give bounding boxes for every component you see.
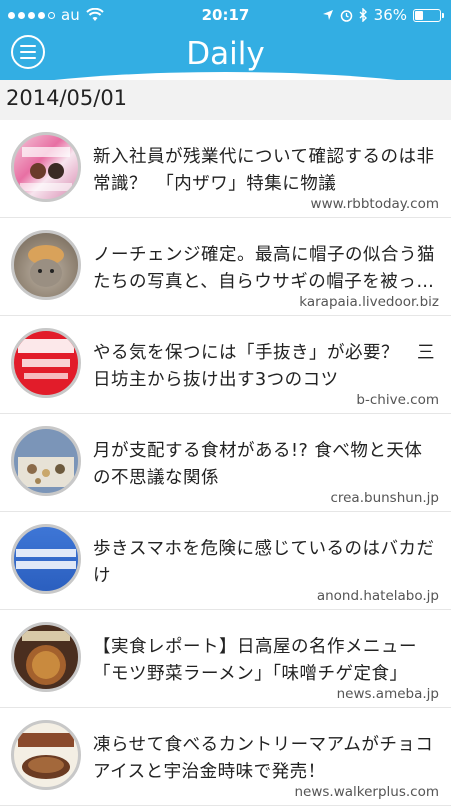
location-arrow-icon xyxy=(322,10,333,20)
battery-icon xyxy=(413,8,444,22)
article-thumbnail xyxy=(11,720,81,790)
article-title: 凍らせて食べるカントリーマアムがチョコアイスと宇治金時味で発売！ xyxy=(93,735,434,782)
article-domain: news.walkerplus.com xyxy=(294,784,439,800)
article-thumbnail xyxy=(11,132,81,202)
article-thumbnail xyxy=(11,524,81,594)
article-row[interactable]: ノーチェンジ確定。最高に帽子の似合う猫たちの写真と、自らウサギの帽子を被った猫 … xyxy=(0,218,451,316)
article-thumbnail xyxy=(11,622,81,692)
article-title: ノーチェンジ確定。最高に帽子の似合う猫たちの写真と、自らウサギの帽子を被った猫 xyxy=(93,245,435,292)
alarm-icon xyxy=(340,9,352,22)
article-domain: b-chive.com xyxy=(356,392,439,408)
article-row[interactable]: やる気を保つには「手抜き」が必要？ 三日坊主から抜け出す3つのコツ b-chiv… xyxy=(0,316,451,414)
article-list: 新入社員が残業代について確認するのは非常識？ 「内ザワ」特集に物議 www.rb… xyxy=(0,120,451,806)
page-title: Daily xyxy=(186,36,265,72)
article-title: やる気を保つには「手抜き」が必要？ 三日坊主から抜け出す3つのコツ xyxy=(93,343,435,390)
status-bar: au 20:17 36% xyxy=(0,0,451,30)
article-title: 歩きスマホを危険に感じているのはバカだけ xyxy=(93,539,435,586)
article-row[interactable]: 歩きスマホを危険に感じているのはバカだけ anond.hatelabo.jp xyxy=(0,512,451,610)
article-row[interactable]: 新入社員が残業代について確認するのは非常識？ 「内ザワ」特集に物議 www.rb… xyxy=(0,120,451,218)
article-domain: news.ameba.jp xyxy=(336,686,439,702)
article-row[interactable]: 凍らせて食べるカントリーマアムがチョコアイスと宇治金時味で発売！ news.wa… xyxy=(0,708,451,806)
article-domain: crea.bunshun.jp xyxy=(330,490,439,506)
article-row[interactable]: 月が支配する食材がある!? 食べ物と天体の不思議な関係 crea.bunshun… xyxy=(0,414,451,512)
header-curve xyxy=(0,72,451,80)
article-title: 新入社員が残業代について確認するのは非常識？ 「内ザワ」特集に物議 xyxy=(93,147,435,194)
battery-percent: 36% xyxy=(373,6,407,24)
date-label: 2014/05/01 xyxy=(6,86,128,110)
bluetooth-icon xyxy=(359,8,367,22)
article-title: 月が支配する食材がある!? 食べ物と天体の不思議な関係 xyxy=(93,441,423,488)
article-domain: anond.hatelabo.jp xyxy=(316,588,439,604)
article-row[interactable]: 【実食レポート】日高屋の名作メニュー「モツ野菜ラーメン」「味噌チゲ定食」 new… xyxy=(0,610,451,708)
article-thumbnail xyxy=(11,328,81,398)
article-thumbnail xyxy=(11,230,81,300)
article-domain: karapaia.livedoor.biz xyxy=(299,294,439,310)
article-domain: www.rbbtoday.com xyxy=(310,196,439,212)
article-thumbnail xyxy=(11,426,81,496)
article-title: 【実食レポート】日高屋の名作メニュー「モツ野菜ラーメン」「味噌チゲ定食」 xyxy=(93,637,417,684)
